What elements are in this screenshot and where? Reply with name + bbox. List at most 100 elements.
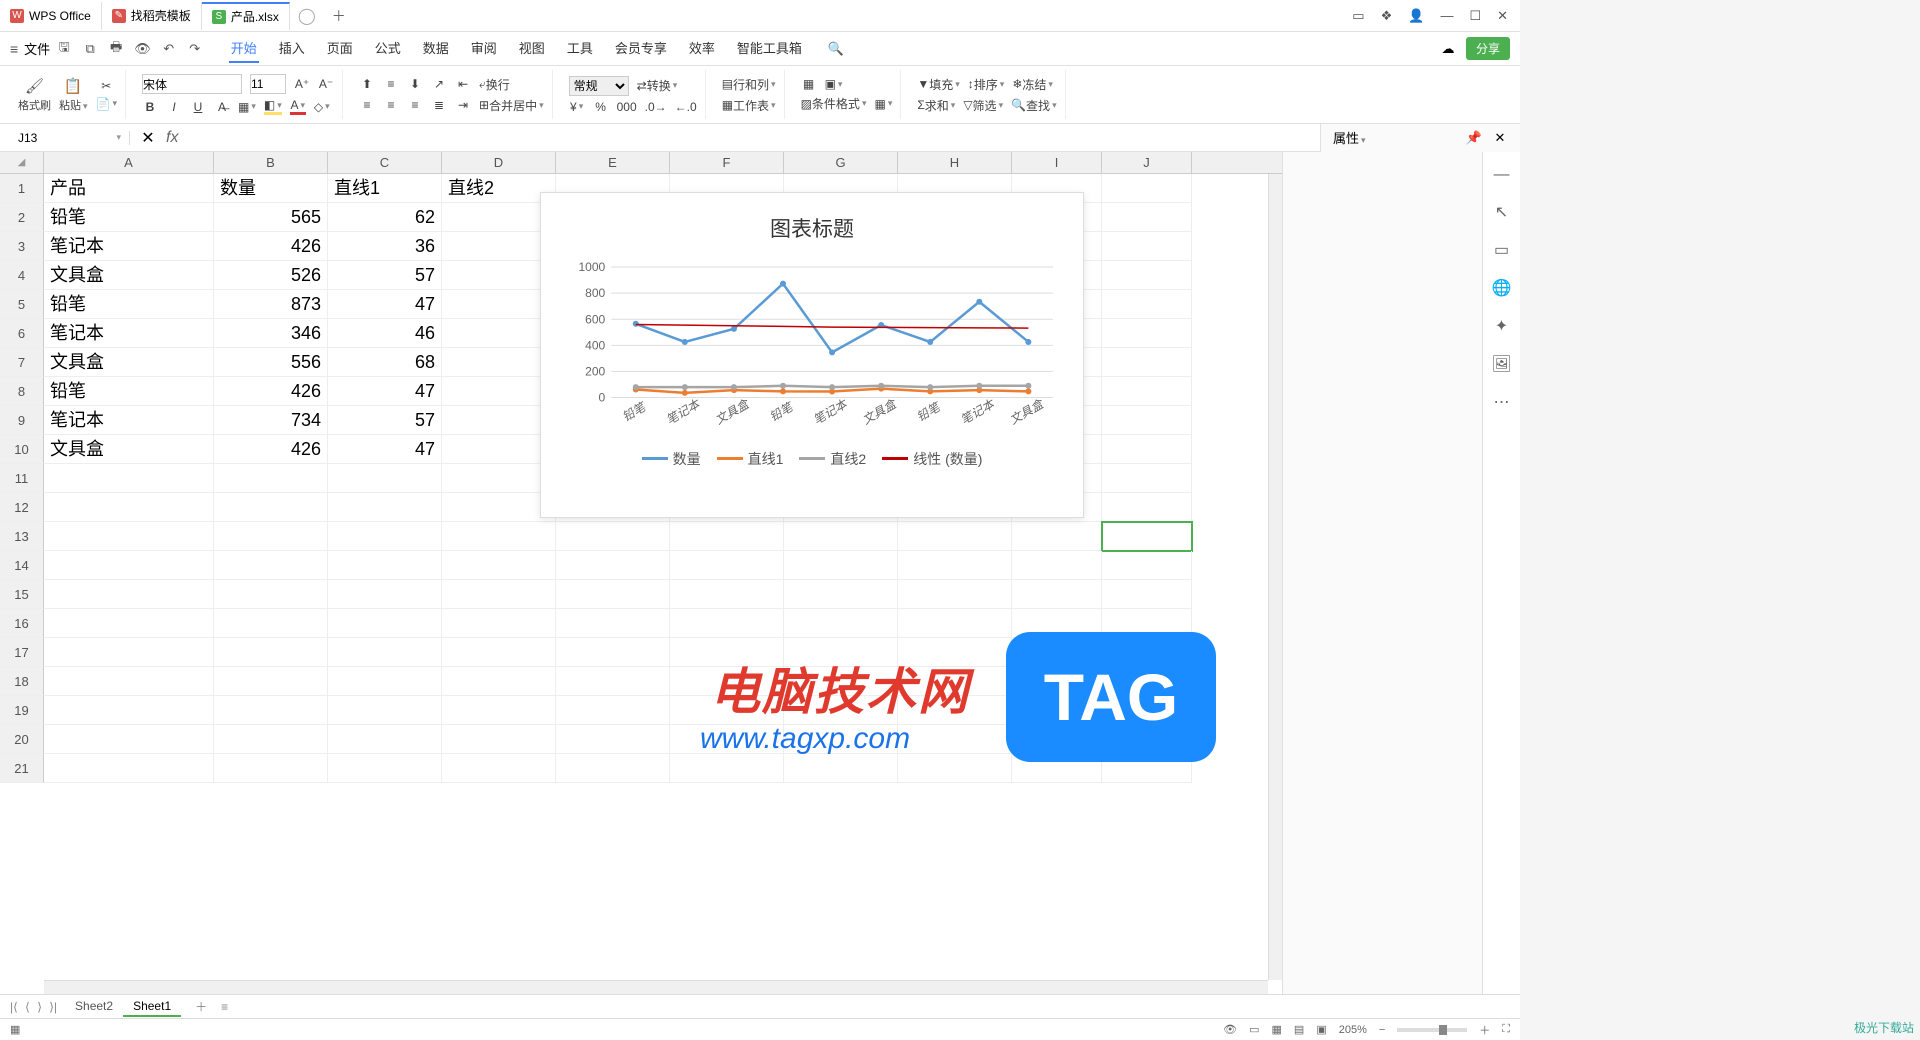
- row-header[interactable]: 5: [0, 290, 44, 319]
- currency-icon[interactable]: ¥: [569, 100, 585, 114]
- cell[interactable]: [784, 667, 898, 696]
- filter-button[interactable]: ▽筛选: [963, 97, 1003, 114]
- status-mode-icon[interactable]: ▦: [10, 1023, 20, 1036]
- more-tools-icon[interactable]: ⋯: [1494, 392, 1510, 412]
- cell[interactable]: [556, 522, 670, 551]
- cell[interactable]: [670, 667, 784, 696]
- indent-inc-icon[interactable]: ⇥: [455, 98, 471, 112]
- cell[interactable]: [328, 580, 442, 609]
- cell[interactable]: 铅笔: [44, 203, 214, 232]
- cell[interactable]: 57: [328, 406, 442, 435]
- bold-icon[interactable]: B: [142, 100, 158, 114]
- cell[interactable]: [442, 377, 556, 406]
- find-button[interactable]: 🔍查找: [1011, 97, 1057, 114]
- col-header-C[interactable]: C: [328, 152, 442, 173]
- close-button[interactable]: ✕: [1497, 8, 1508, 24]
- menu-tab-审阅[interactable]: 审阅: [469, 34, 499, 63]
- cell[interactable]: 文具盒: [44, 261, 214, 290]
- cell[interactable]: [214, 580, 328, 609]
- row-header[interactable]: 9: [0, 406, 44, 435]
- font-family-combo[interactable]: [142, 74, 242, 94]
- cell[interactable]: [784, 725, 898, 754]
- view-page-icon[interactable]: ▦: [1272, 1023, 1282, 1036]
- cell[interactable]: [670, 522, 784, 551]
- save-icon[interactable]: 🖫: [56, 38, 72, 60]
- cell[interactable]: [1012, 725, 1102, 754]
- col-header-D[interactable]: D: [442, 152, 556, 173]
- number-format-combo[interactable]: 常规: [569, 76, 629, 96]
- col-header-A[interactable]: A: [44, 152, 214, 173]
- cell[interactable]: [1012, 522, 1102, 551]
- align-right-icon[interactable]: ≡: [407, 98, 423, 112]
- cell[interactable]: [442, 551, 556, 580]
- cell[interactable]: 47: [328, 290, 442, 319]
- cell[interactable]: 426: [214, 232, 328, 261]
- cell[interactable]: 47: [328, 435, 442, 464]
- zoom-in-icon[interactable]: ＋: [1479, 1022, 1490, 1038]
- cell[interactable]: [898, 725, 1012, 754]
- cell[interactable]: 346: [214, 319, 328, 348]
- row-header[interactable]: 13: [0, 522, 44, 551]
- cell[interactable]: [214, 638, 328, 667]
- justify-icon[interactable]: ≣: [431, 98, 447, 112]
- cell[interactable]: [670, 580, 784, 609]
- row-header[interactable]: 21: [0, 754, 44, 783]
- strike-icon[interactable]: A̶: [214, 100, 230, 114]
- view-break-icon[interactable]: ▤: [1294, 1023, 1304, 1036]
- cell[interactable]: [1102, 754, 1192, 783]
- formula-input[interactable]: [188, 130, 1310, 145]
- cell[interactable]: [556, 754, 670, 783]
- cell[interactable]: 47: [328, 377, 442, 406]
- cell[interactable]: [1102, 174, 1192, 203]
- cell[interactable]: 873: [214, 290, 328, 319]
- menu-tab-效率[interactable]: 效率: [687, 34, 717, 63]
- cell[interactable]: [1012, 696, 1102, 725]
- cell[interactable]: [670, 696, 784, 725]
- cell[interactable]: [1102, 667, 1192, 696]
- redo-icon[interactable]: ↷: [187, 38, 203, 60]
- chart-title[interactable]: 图表标题: [551, 213, 1073, 243]
- cell[interactable]: [898, 667, 1012, 696]
- cell[interactable]: [1102, 609, 1192, 638]
- cell[interactable]: [556, 725, 670, 754]
- freeze-button[interactable]: ❄冻结: [1012, 76, 1053, 93]
- view-reading-icon[interactable]: ▣: [1316, 1023, 1326, 1036]
- title-tab[interactable]: ✎找稻壳模板: [102, 2, 202, 30]
- cell[interactable]: [1102, 290, 1192, 319]
- cell[interactable]: 笔记本: [44, 319, 214, 348]
- cell[interactable]: [1102, 522, 1192, 551]
- preview-icon[interactable]: 👁: [134, 38, 151, 60]
- menu-tab-数据[interactable]: 数据: [421, 34, 451, 63]
- compass-icon[interactable]: ✦: [1495, 316, 1508, 336]
- spreadsheet[interactable]: ◢ABCDEFGHIJ 1产品数量直线1直线22铅笔565623笔记本42636…: [0, 152, 1282, 994]
- menu-tab-插入[interactable]: 插入: [277, 34, 307, 63]
- cell[interactable]: [328, 609, 442, 638]
- cell[interactable]: [1012, 609, 1102, 638]
- copy-icon[interactable]: 📄: [96, 97, 117, 111]
- cell[interactable]: [328, 522, 442, 551]
- cell[interactable]: 直线2: [442, 174, 556, 203]
- cell[interactable]: 565: [214, 203, 328, 232]
- row-header[interactable]: 8: [0, 377, 44, 406]
- menu-tab-工具[interactable]: 工具: [565, 34, 595, 63]
- cell[interactable]: [1102, 638, 1192, 667]
- cell[interactable]: [1102, 261, 1192, 290]
- align-center-icon[interactable]: ≡: [383, 98, 399, 112]
- cell[interactable]: [328, 638, 442, 667]
- cell[interactable]: [44, 754, 214, 783]
- add-sheet-button[interactable]: ＋: [187, 998, 215, 1015]
- cell[interactable]: [670, 609, 784, 638]
- name-box[interactable]: J13▾: [10, 131, 130, 145]
- align-left-icon[interactable]: ≡: [359, 98, 375, 112]
- cell[interactable]: [44, 667, 214, 696]
- cell[interactable]: [442, 261, 556, 290]
- col-header-J[interactable]: J: [1102, 152, 1192, 173]
- fullscreen-icon[interactable]: ⛶: [1502, 1023, 1510, 1036]
- cell[interactable]: 文具盒: [44, 348, 214, 377]
- collapse-icon[interactable]: —: [1494, 166, 1510, 184]
- cell[interactable]: [442, 522, 556, 551]
- app-menu-icon[interactable]: ▭: [1352, 8, 1364, 24]
- percent-icon[interactable]: %: [593, 100, 609, 114]
- cell[interactable]: [328, 725, 442, 754]
- view-normal-icon[interactable]: ▭: [1249, 1023, 1259, 1036]
